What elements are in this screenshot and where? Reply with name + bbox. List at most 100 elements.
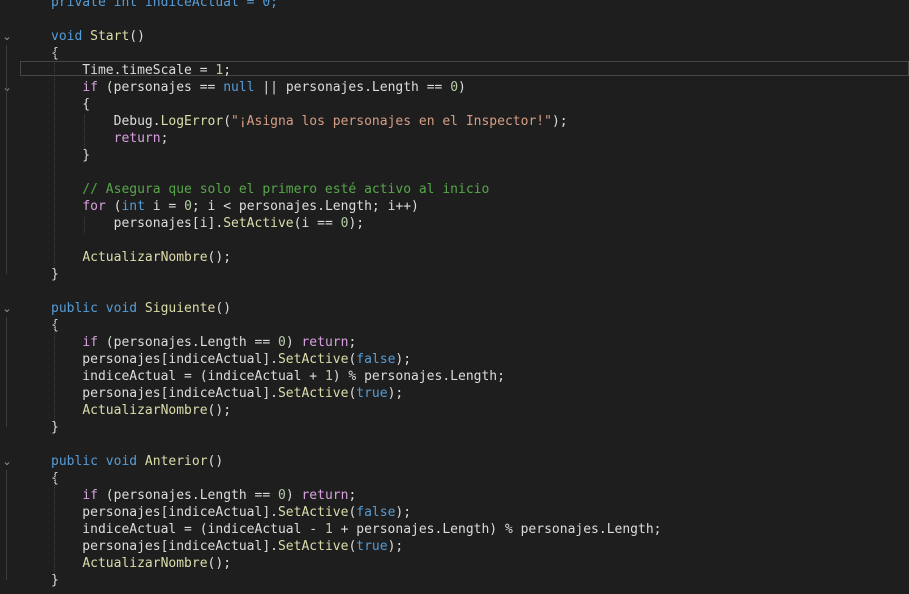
- chevron-down-icon[interactable]: ⌄: [0, 453, 14, 470]
- code-line[interactable]: personajes[indiceActual].SetActive(true)…: [51, 385, 403, 402]
- code-token: null: [223, 80, 255, 95]
- code-token: Siguiente: [144, 301, 216, 316]
- code-line[interactable]: public void Siguiente(): [51, 300, 231, 317]
- chevron-down-icon[interactable]: ⌄: [0, 300, 14, 317]
- code-token: true: [356, 386, 388, 401]
- code-line[interactable]: private int indiceActual = 0;: [51, 0, 278, 11]
- code-token: 1: [324, 522, 333, 537]
- code-token: private int indiceActual = 0;: [51, 0, 278, 10]
- code-token: ;: [223, 63, 232, 78]
- code-token: (: [223, 114, 232, 129]
- code-token: Time.timeScale =: [51, 63, 216, 78]
- indent-guide: [54, 472, 55, 574]
- code-line[interactable]: ActualizarNombre();: [51, 402, 231, 419]
- code-line[interactable]: ActualizarNombre();: [51, 249, 231, 266]
- code-token: "¡Asigna los personajes en el Inspector!…: [231, 114, 552, 129]
- code-token: ();: [207, 250, 232, 265]
- code-token: SetActive: [277, 539, 349, 554]
- chevron-down-icon[interactable]: ⌄: [0, 79, 14, 96]
- code-token: + personajes.Length) % personajes.Length…: [332, 522, 662, 537]
- code-token: || personajes.Length ==: [254, 80, 451, 95]
- code-token: 0: [184, 199, 192, 214]
- code-token: ActualizarNombre: [82, 250, 208, 265]
- code-token: return: [113, 131, 161, 146]
- code-token: }: [51, 573, 59, 588]
- code-token: false: [356, 505, 396, 520]
- code-line[interactable]: for (int i = 0; i < personajes.Length; i…: [51, 198, 419, 215]
- code-token: );: [551, 114, 568, 129]
- code-line[interactable]: Debug.LogError("¡Asigna los personajes e…: [51, 113, 568, 130]
- code-token: ): [285, 335, 302, 350]
- code-token: true: [356, 539, 388, 554]
- code-token: i =: [144, 199, 185, 214]
- code-line[interactable]: Time.timeScale = 1;: [51, 62, 231, 79]
- code-token: return: [301, 488, 349, 503]
- fold-region-line: [6, 317, 7, 427]
- code-token: ): [285, 488, 302, 503]
- code-token: indiceActual = (indiceActual +: [51, 369, 325, 384]
- code-line[interactable]: // Asegura que solo el primero esté acti…: [51, 181, 489, 198]
- indent-guide: [84, 115, 85, 149]
- code-token: Debug.: [51, 114, 161, 129]
- code-token: ): [458, 80, 466, 95]
- code-line[interactable]: }: [51, 419, 59, 436]
- code-token: personajes[i].: [51, 216, 224, 231]
- code-line[interactable]: }: [51, 572, 59, 589]
- code-token: ();: [207, 403, 232, 418]
- code-token: }: [51, 267, 59, 282]
- code-line[interactable]: }: [51, 147, 90, 164]
- code-token: personajes[indiceActual].: [51, 386, 278, 401]
- code-token: public void: [51, 454, 145, 469]
- code-token: SetActive: [277, 352, 349, 367]
- code-line[interactable]: indiceActual = (indiceActual + 1) % pers…: [51, 368, 505, 385]
- code-editor[interactable]: private int indiceActual = 0; void Start(…: [0, 0, 909, 594]
- fold-region-line: [6, 470, 7, 580]
- code-line[interactable]: indiceActual = (indiceActual - 1 + perso…: [51, 521, 662, 538]
- code-line[interactable]: return;: [51, 130, 169, 147]
- code-line[interactable]: if (personajes == null || personajes.Len…: [51, 79, 466, 96]
- indent-guide: [54, 319, 55, 421]
- code-token: false: [356, 352, 396, 367]
- code-token: if: [82, 488, 98, 503]
- code-token: void: [51, 29, 91, 44]
- code-token: (): [215, 301, 232, 316]
- code-line[interactable]: public void Anterior(): [51, 453, 223, 470]
- code-line[interactable]: }: [51, 266, 59, 283]
- code-token: (personajes ==: [97, 80, 224, 95]
- code-line[interactable]: void Start(): [51, 28, 145, 45]
- code-line[interactable]: personajes[indiceActual].SetActive(false…: [51, 351, 411, 368]
- code-line[interactable]: if (personajes.Length == 0) return;: [51, 487, 356, 504]
- code-token: ;: [348, 335, 357, 350]
- code-token: (): [129, 29, 145, 44]
- fold-region-line: [6, 45, 7, 274]
- code-token: (i ==: [293, 216, 341, 231]
- code-token: );: [387, 386, 404, 401]
- code-token: );: [395, 352, 412, 367]
- code-token: for: [82, 199, 106, 214]
- code-token: 0: [277, 335, 286, 350]
- code-token: ;: [160, 131, 169, 146]
- code-line[interactable]: ActualizarNombre();: [51, 555, 231, 572]
- code-line[interactable]: personajes[i].SetActive(i == 0);: [51, 215, 364, 232]
- code-line[interactable]: personajes[indiceActual].SetActive(false…: [51, 504, 411, 521]
- code-line[interactable]: personajes[indiceActual].SetActive(true)…: [51, 538, 403, 555]
- code-token: // Asegura que solo el primero esté acti…: [51, 182, 490, 197]
- chevron-down-icon[interactable]: ⌄: [0, 28, 14, 45]
- code-token: );: [348, 216, 365, 231]
- code-token: personajes[indiceActual].: [51, 352, 278, 367]
- code-token: (personajes.Length ==: [97, 335, 278, 350]
- code-token: ) % personajes.Length;: [332, 369, 505, 384]
- code-token: personajes[indiceActual].: [51, 505, 278, 520]
- code-line[interactable]: {: [51, 96, 90, 113]
- code-token: int: [121, 199, 145, 214]
- code-line[interactable]: if (personajes.Length == 0) return;: [51, 334, 356, 351]
- code-token: );: [395, 505, 412, 520]
- code-token: }: [51, 148, 91, 163]
- code-token: SetActive: [223, 216, 294, 231]
